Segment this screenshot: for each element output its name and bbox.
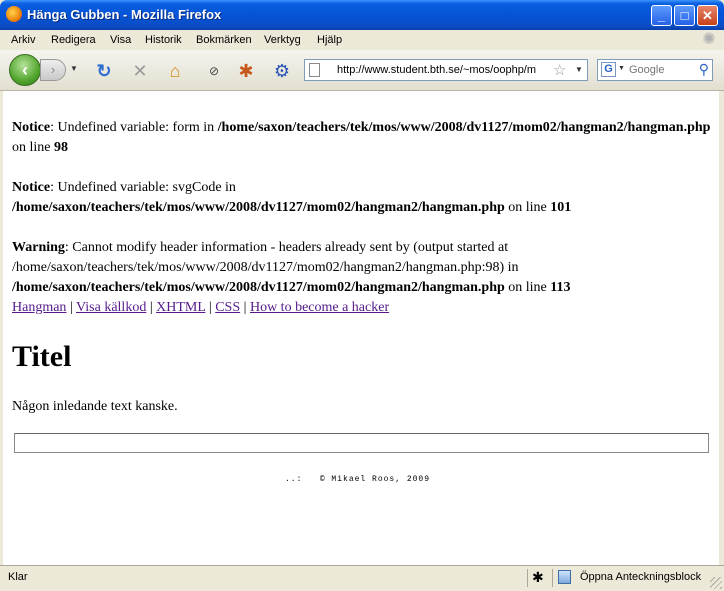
link-xhtml[interactable]: XHTML: [156, 300, 205, 315]
menu-visa[interactable]: Visa: [110, 34, 131, 46]
menu-arkiv[interactable]: Arkiv: [11, 34, 35, 46]
nav-links: Hangman | Visa källkod | XHTML | CSS | H…: [12, 298, 389, 318]
error-message: : Undefined variable: form in: [50, 120, 218, 135]
throbber-icon: ✺: [702, 31, 716, 48]
search-input[interactable]: [629, 62, 691, 78]
resize-grip[interactable]: [710, 577, 722, 589]
status-divider: [552, 569, 553, 587]
bookmark-star-icon[interactable]: ☆: [553, 61, 566, 79]
error-label: Notice: [12, 120, 51, 135]
error-message: : Cannot modify header information - hea…: [12, 240, 519, 275]
link-hangman[interactable]: Hangman: [12, 300, 66, 315]
menu-bokmarken[interactable]: Bokmärken: [196, 34, 252, 46]
title-bar: Hänga Gubben - Mozilla Firefox _ □ ✕: [0, 0, 724, 30]
menu-verktyg[interactable]: Verktyg: [264, 34, 301, 46]
error-path: /home/saxon/teachers/tek/mos/www/2008/dv…: [217, 120, 711, 135]
minimize-button[interactable]: _: [651, 5, 672, 26]
close-button[interactable]: ✕: [697, 5, 718, 26]
status-divider: [527, 569, 528, 587]
error-line: 101: [550, 200, 572, 215]
url-dropdown-icon[interactable]: ▼: [575, 65, 583, 74]
page-heading: Titel: [12, 340, 72, 373]
stop-icon[interactable]: ✕: [129, 60, 151, 82]
link-checker-icon[interactable]: ⊘: [203, 60, 225, 82]
page-content: Notice: Undefined variable: form in /hom…: [3, 91, 719, 565]
open-notebook-button[interactable]: Öppna Anteckningsblock: [580, 571, 701, 583]
search-engine-dropdown-icon[interactable]: ▼: [618, 65, 625, 72]
navigation-toolbar: ‹ › ▼ ↻ ✕ ⌂ ⊘ ✱ ⚙ http://www.student.bth…: [0, 50, 724, 91]
error-message: : Undefined variable: svgCode in: [50, 180, 236, 195]
reload-icon[interactable]: ↻: [93, 60, 115, 82]
page-icon: [309, 63, 320, 77]
intro-text: Någon inledande text kanske.: [12, 399, 178, 414]
notebook-icon[interactable]: [558, 570, 571, 584]
menu-bar: Arkiv Redigera Visa Historik Bokmärken V…: [0, 30, 724, 50]
back-button[interactable]: ‹: [9, 54, 41, 86]
menu-redigera[interactable]: Redigera: [51, 34, 96, 46]
error-notice-2: Notice: Undefined variable: svgCode in /…: [12, 178, 712, 218]
forward-button[interactable]: ›: [40, 59, 66, 81]
error-label: Warning: [12, 240, 65, 255]
firebug-icon[interactable]: ✱: [235, 60, 257, 82]
firebug-status-icon[interactable]: ✱: [532, 569, 544, 586]
status-text: Klar: [8, 571, 28, 583]
maximize-button[interactable]: □: [674, 5, 695, 26]
error-line: 113: [550, 280, 571, 295]
error-warning: Warning: Cannot modify header informatio…: [12, 238, 712, 298]
link-hacker[interactable]: How to become a hacker: [250, 300, 389, 315]
window-title: Hänga Gubben - Mozilla Firefox: [27, 7, 222, 22]
error-on-line: on line: [12, 140, 54, 155]
history-dropdown-icon[interactable]: ▼: [70, 64, 78, 73]
link-separator: |: [146, 300, 157, 315]
error-path: /home/saxon/teachers/tek/mos/www/2008/dv…: [12, 200, 505, 215]
error-notice-1: Notice: Undefined variable: form in /hom…: [12, 118, 712, 158]
footer-copyright: © Mikael Roos, 2009: [319, 475, 431, 484]
firefox-icon: [6, 6, 22, 22]
error-label: Notice: [12, 180, 51, 195]
footer: ..: © Mikael Roos, 2009: [285, 475, 430, 484]
hangman-area: [14, 433, 709, 453]
search-icon[interactable]: ⚲: [699, 61, 709, 78]
web-developer-icon[interactable]: ⚙: [271, 60, 293, 82]
link-separator: |: [66, 300, 76, 315]
error-on-line: on line: [504, 200, 551, 215]
menu-historik[interactable]: Historik: [145, 34, 182, 46]
link-css[interactable]: CSS: [215, 300, 240, 315]
error-on-line: on line: [504, 280, 551, 295]
status-bar: Klar ✱ Öppna Anteckningsblock: [0, 565, 724, 591]
link-view-source[interactable]: Visa källkod: [76, 300, 146, 315]
search-engine-icon[interactable]: G: [601, 62, 616, 77]
error-path: /home/saxon/teachers/tek/mos/www/2008/dv…: [12, 280, 505, 295]
search-bar[interactable]: G ▼ ⚲: [597, 59, 713, 81]
url-text[interactable]: http://www.student.bth.se/~mos/oophp/m: [337, 64, 549, 76]
menu-hjalp[interactable]: Hjälp: [317, 34, 342, 46]
address-bar[interactable]: http://www.student.bth.se/~mos/oophp/m ☆…: [304, 59, 588, 81]
link-separator: |: [205, 300, 216, 315]
link-separator: |: [240, 300, 250, 315]
error-line: 98: [54, 140, 68, 155]
footer-dots: ..:: [285, 475, 303, 484]
home-icon[interactable]: ⌂: [164, 60, 186, 82]
